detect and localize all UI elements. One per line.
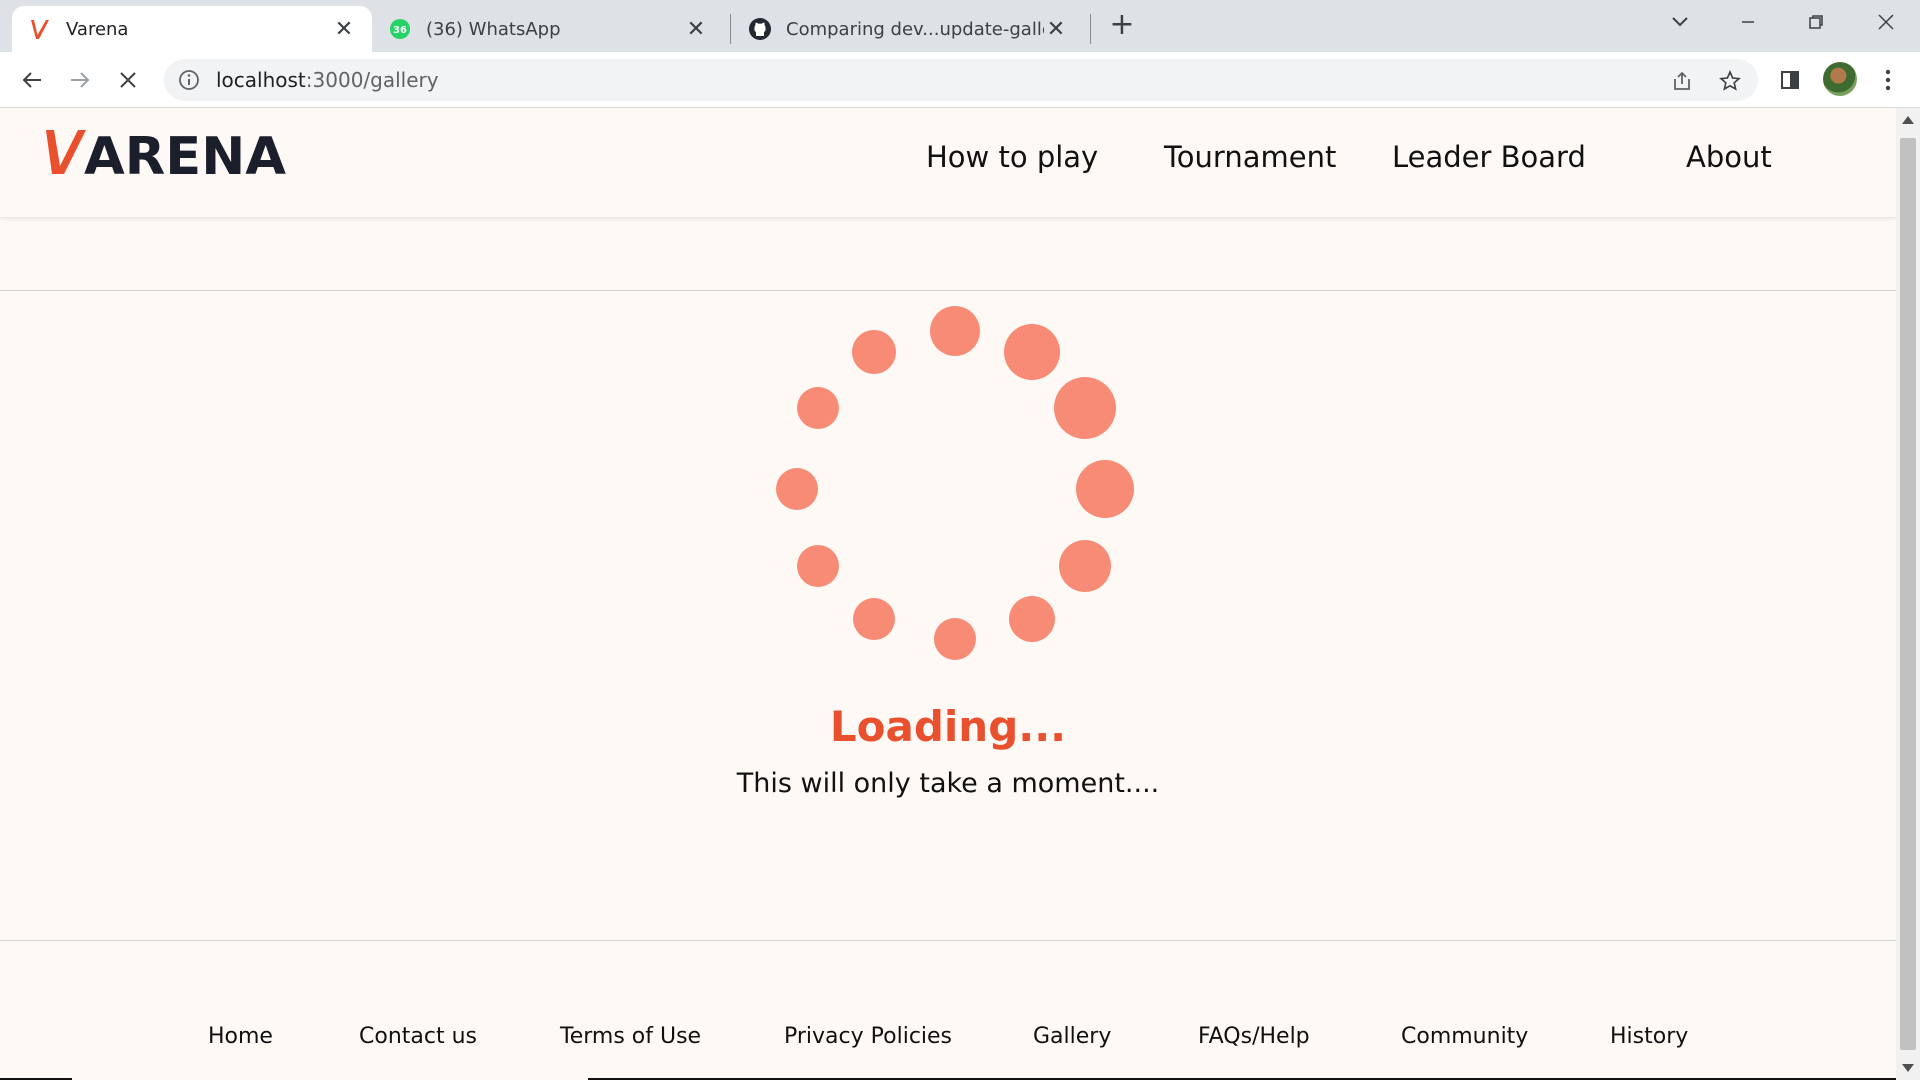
scroll-up-arrow-icon[interactable]: [1902, 116, 1914, 124]
forward-button[interactable]: [62, 62, 98, 98]
minimize-icon[interactable]: [1728, 6, 1768, 38]
spinner-dot: [797, 387, 839, 429]
whatsapp-icon: 36: [388, 17, 412, 41]
tab-whatsapp[interactable]: 36 (36) WhatsApp ✕: [372, 6, 724, 52]
tab-github[interactable]: Comparing dev...update-gallery- ✕: [732, 6, 1084, 52]
spinner-dot: [934, 618, 976, 660]
profile-avatar[interactable]: [1823, 62, 1857, 96]
spinner-dot: [852, 330, 896, 374]
github-icon: [748, 17, 772, 41]
menu-kebab-icon[interactable]: [1870, 62, 1906, 98]
tab-separator: [730, 14, 731, 44]
bookmark-star-icon[interactable]: [1714, 65, 1746, 97]
spinner-dot: [930, 306, 980, 356]
back-button[interactable]: [14, 62, 50, 98]
tab-title: Comparing dev...update-gallery-: [786, 18, 1044, 40]
spinner-dot: [1054, 377, 1116, 439]
url-host: localhost: [216, 68, 306, 92]
url-text: localhost:3000/gallery: [216, 68, 439, 92]
page-viewport: ARENA How to play Tournament Leader Boar…: [0, 108, 1896, 1080]
footer-link-terms[interactable]: Terms of Use: [560, 1024, 701, 1049]
tab-title: (36) WhatsApp: [426, 18, 561, 40]
restore-icon[interactable]: [1796, 6, 1836, 38]
close-tab-icon[interactable]: ✕: [332, 17, 356, 42]
tab-search-icon[interactable]: [1660, 6, 1700, 38]
scroll-down-arrow-icon[interactable]: [1902, 1064, 1914, 1072]
site-info-icon[interactable]: [178, 69, 200, 91]
loading-spinner: [0, 108, 1896, 1080]
spinner-dot: [1009, 596, 1055, 642]
svg-text:36: 36: [393, 25, 407, 36]
share-icon[interactable]: [1666, 65, 1698, 97]
footer-link-contact[interactable]: Contact us: [359, 1024, 477, 1049]
stop-loading-button[interactable]: [110, 62, 146, 98]
footer-link-home[interactable]: Home: [208, 1024, 273, 1049]
scrollbar-thumb[interactable]: [1900, 138, 1916, 1050]
spinner-dot: [853, 598, 895, 640]
close-tab-icon[interactable]: ✕: [684, 17, 708, 42]
spinner-dot: [797, 545, 839, 587]
spinner-dot: [1059, 540, 1111, 592]
tab-separator: [1090, 14, 1091, 44]
footer-link-community[interactable]: Community: [1401, 1024, 1528, 1049]
close-tab-icon[interactable]: ✕: [1044, 17, 1068, 42]
spinner-dot: [1004, 324, 1060, 380]
footer-link-faqs[interactable]: FAQs/Help: [1198, 1024, 1310, 1049]
loading-title: Loading...: [829, 702, 1067, 751]
browser-toolbar: localhost:3000/gallery: [0, 52, 1920, 108]
page-scrollbar[interactable]: [1896, 108, 1920, 1080]
footer-link-privacy[interactable]: Privacy Policies: [784, 1024, 952, 1049]
browser-tab-strip: Varena ✕ 36 (36) WhatsApp ✕ Comparing de…: [0, 0, 1920, 52]
footer-divider: [0, 940, 1896, 941]
loading-subtitle: This will only take a moment....: [736, 768, 1160, 799]
spinner-dot: [1076, 460, 1134, 518]
address-bar[interactable]: localhost:3000/gallery: [164, 59, 1758, 101]
spinner-dots: [776, 306, 1134, 660]
tab-title: Varena: [66, 18, 129, 40]
spinner-dot: [776, 468, 818, 510]
footer-link-gallery[interactable]: Gallery: [1033, 1024, 1111, 1049]
new-tab-button[interactable]: +: [1108, 10, 1136, 40]
side-panel-icon[interactable]: [1772, 62, 1808, 98]
tab-varena[interactable]: Varena ✕: [12, 6, 372, 52]
close-window-icon[interactable]: [1866, 6, 1906, 38]
varena-logo-icon: [28, 17, 52, 41]
footer-link-history[interactable]: History: [1610, 1024, 1688, 1049]
url-path: :3000/gallery: [305, 68, 439, 92]
